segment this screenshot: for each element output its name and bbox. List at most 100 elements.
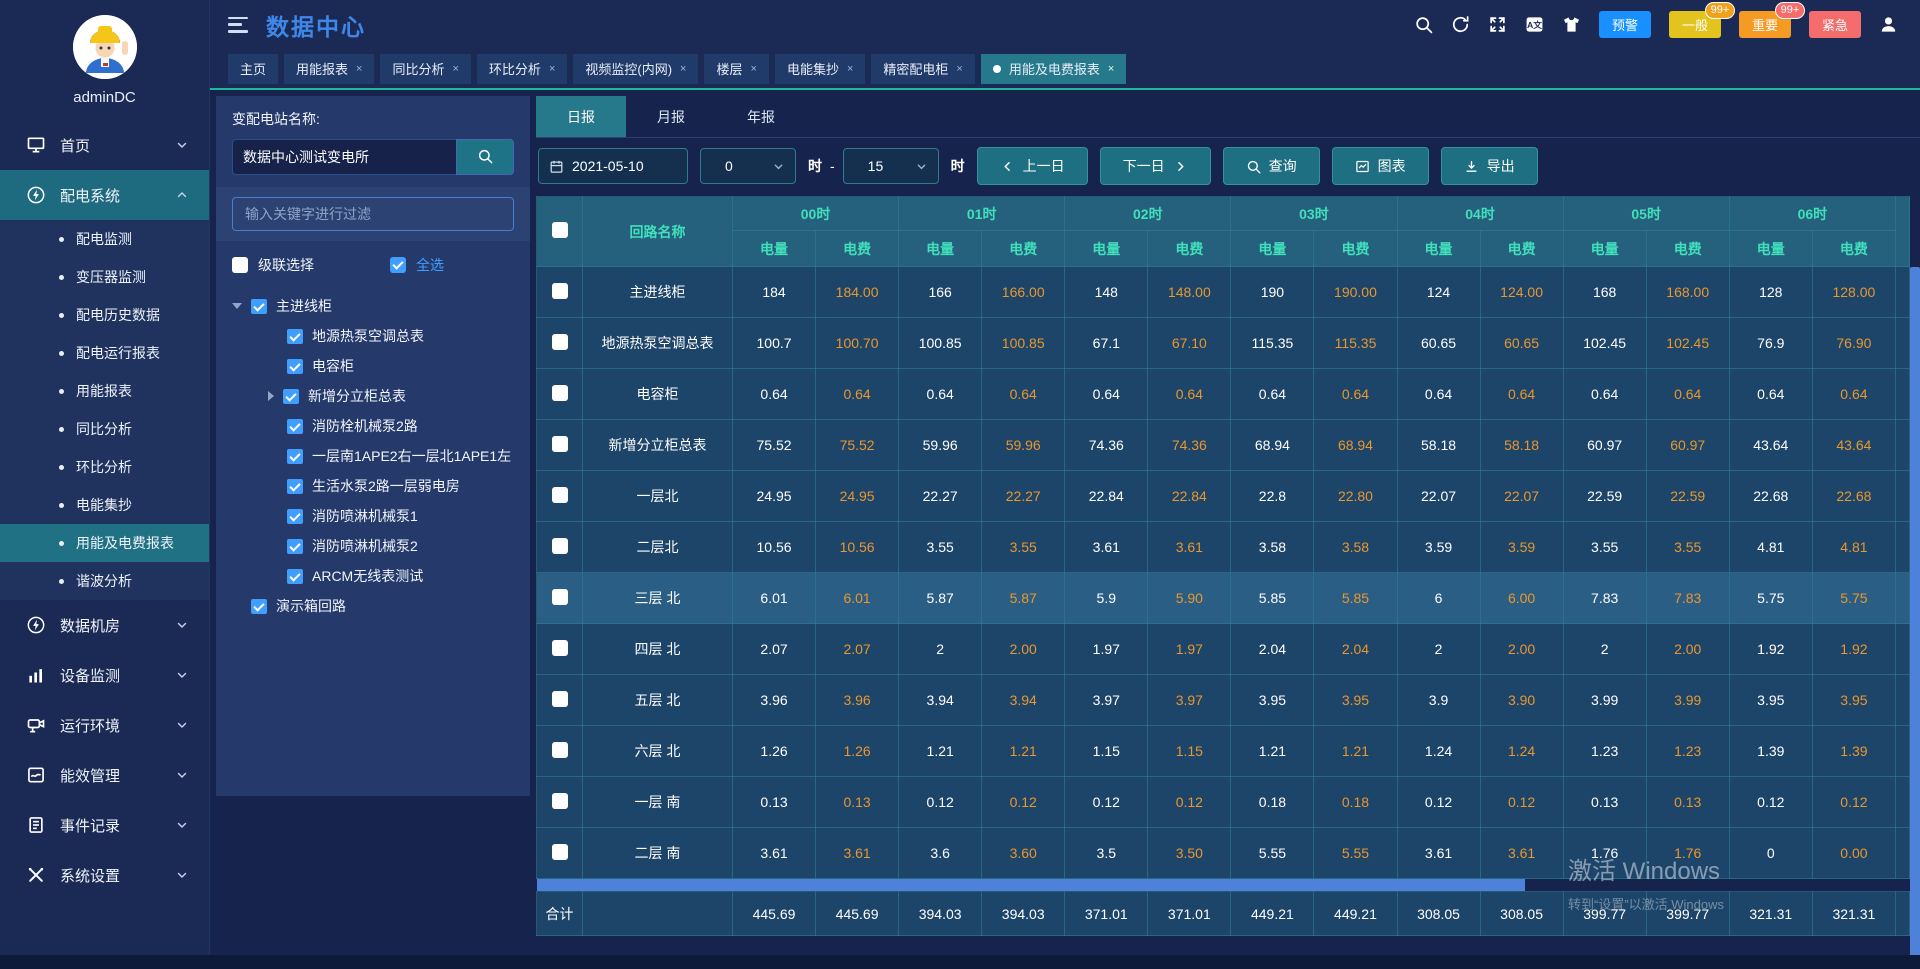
select-all-rows-checkbox[interactable] <box>552 222 568 238</box>
submenu-item-配电历史数据[interactable]: 配电历史数据 <box>0 296 209 334</box>
translate-icon[interactable]: A文 <box>1525 15 1544 34</box>
tree-node-checkbox[interactable] <box>287 329 303 344</box>
alarm-urgent-button[interactable]: 紧急 <box>1809 11 1861 38</box>
search-icon[interactable] <box>1414 15 1433 34</box>
row-checkbox[interactable] <box>552 487 568 503</box>
tab-close-icon[interactable]: × <box>680 63 686 75</box>
tree-node-checkbox[interactable] <box>287 509 303 524</box>
submenu-item-谐波分析[interactable]: 谐波分析 <box>0 562 209 600</box>
prev-day-button[interactable]: 上一日 <box>977 147 1088 185</box>
start-hour-select[interactable]: 0 <box>700 148 796 184</box>
station-name-input[interactable] <box>232 139 456 175</box>
menu-toggle-icon[interactable] <box>228 17 248 33</box>
export-button[interactable]: 导出 <box>1441 147 1538 185</box>
tab-close-icon[interactable]: × <box>847 63 853 75</box>
tree-node-checkbox[interactable] <box>251 299 267 314</box>
horizontal-scrollbar[interactable] <box>537 879 1910 892</box>
row-checkbox[interactable] <box>552 844 568 860</box>
tab-close-icon[interactable]: × <box>956 63 962 75</box>
tree-node-checkbox[interactable] <box>287 359 303 374</box>
tree-node-checkbox[interactable] <box>251 599 267 614</box>
report-tab-月报[interactable]: 月报 <box>626 96 716 137</box>
date-picker[interactable]: 2021-05-10 <box>538 148 688 184</box>
end-hour-select[interactable]: 15 <box>843 148 939 184</box>
row-checkbox[interactable] <box>552 640 568 656</box>
tree-node-checkbox[interactable] <box>287 479 303 494</box>
sidebar-item-system-settings[interactable]: 系统设置 <box>0 850 209 900</box>
tree-node[interactable]: 主进线柜 <box>216 291 530 321</box>
tree-node[interactable]: 演示箱回路 <box>216 591 530 621</box>
cascade-select-checkbox[interactable] <box>232 257 248 273</box>
report-tab-年报[interactable]: 年报 <box>716 96 806 137</box>
fullscreen-icon[interactable] <box>1488 15 1507 34</box>
nav-tab-精密配电柜[interactable]: 精密配电柜× <box>871 54 974 84</box>
row-checkbox[interactable] <box>552 385 568 401</box>
chart-button[interactable]: 图表 <box>1332 147 1429 185</box>
tree-node[interactable]: 消防喷淋机械泵1 <box>216 501 530 531</box>
nav-tab-电能集抄[interactable]: 电能集抄× <box>775 54 865 84</box>
submenu-item-环比分析[interactable]: 环比分析 <box>0 448 209 486</box>
alarm-forewarn-button[interactable]: 预警 <box>1599 11 1651 38</box>
tree-node-checkbox[interactable] <box>283 389 299 404</box>
tree-node-checkbox[interactable] <box>287 449 303 464</box>
submenu-item-电能集抄[interactable]: 电能集抄 <box>0 486 209 524</box>
row-checkbox[interactable] <box>552 436 568 452</box>
next-day-button[interactable]: 下一日 <box>1100 147 1211 185</box>
refresh-icon[interactable] <box>1451 15 1470 34</box>
sidebar-item-home[interactable]: 首页 <box>0 120 209 170</box>
horizontal-scrollbar-thumb[interactable] <box>537 879 1526 891</box>
nav-tab-视频监控(内网)[interactable]: 视频监控(内网)× <box>573 54 698 84</box>
theme-icon[interactable] <box>1562 15 1581 34</box>
row-checkbox[interactable] <box>552 793 568 809</box>
tree-node[interactable]: 生活水泵2路一层弱电房 <box>216 471 530 501</box>
tree-node[interactable]: 消防栓机械泵2路 <box>216 411 530 441</box>
vertical-scrollbar[interactable] <box>1910 267 1920 969</box>
tab-close-icon[interactable]: × <box>356 63 362 75</box>
nav-tab-同比分析[interactable]: 同比分析× <box>380 54 470 84</box>
nav-tab-用能报表[interactable]: 用能报表× <box>284 54 374 84</box>
sidebar-item-data-room[interactable]: 数据机房 <box>0 600 209 650</box>
sidebar-item-power-distribution[interactable]: 配电系统 <box>0 170 209 220</box>
tree-expand-icon[interactable] <box>268 391 274 401</box>
nav-tab-环比分析[interactable]: 环比分析× <box>477 54 567 84</box>
tree-node[interactable]: 新增分立柜总表 <box>216 381 530 411</box>
sidebar-item-energy-mgmt[interactable]: 能效管理 <box>0 750 209 800</box>
tree-node-checkbox[interactable] <box>287 569 303 584</box>
submenu-item-用能报表[interactable]: 用能报表 <box>0 372 209 410</box>
row-checkbox[interactable] <box>552 283 568 299</box>
tree-filter-input[interactable] <box>232 197 514 231</box>
row-checkbox[interactable] <box>552 742 568 758</box>
tree-node[interactable]: 电容柜 <box>216 351 530 381</box>
query-button[interactable]: 查询 <box>1223 147 1320 185</box>
nav-tab-用能及电费报表[interactable]: 用能及电费报表× <box>981 54 1126 84</box>
nav-tab-主页[interactable]: 主页 <box>228 54 278 84</box>
nav-tab-楼层[interactable]: 楼层× <box>704 54 768 84</box>
tab-close-icon[interactable]: × <box>452 63 458 75</box>
tree-node[interactable]: 一层南1APE2右一层北1APE1左 <box>216 441 530 471</box>
tree-node-checkbox[interactable] <box>287 539 303 554</box>
select-all-checkbox[interactable] <box>390 257 406 273</box>
tab-close-icon[interactable]: × <box>751 63 757 75</box>
tree-collapse-icon[interactable] <box>232 303 242 309</box>
tab-close-icon[interactable]: × <box>1108 63 1114 75</box>
row-checkbox[interactable] <box>552 589 568 605</box>
submenu-item-配电监测[interactable]: 配电监测 <box>0 220 209 258</box>
avatar[interactable] <box>73 15 137 79</box>
tree-node[interactable]: 消防喷淋机械泵2 <box>216 531 530 561</box>
row-checkbox[interactable] <box>552 334 568 350</box>
sidebar-item-event-log[interactable]: 事件记录 <box>0 800 209 850</box>
row-checkbox[interactable] <box>552 691 568 707</box>
tab-close-icon[interactable]: × <box>549 63 555 75</box>
submenu-item-同比分析[interactable]: 同比分析 <box>0 410 209 448</box>
tree-node[interactable]: 地源热泵空调总表 <box>216 321 530 351</box>
report-tab-日报[interactable]: 日报 <box>536 96 626 137</box>
submenu-item-变压器监测[interactable]: 变压器监测 <box>0 258 209 296</box>
tree-node-checkbox[interactable] <box>287 419 303 434</box>
row-checkbox[interactable] <box>552 538 568 554</box>
submenu-item-配电运行报表[interactable]: 配电运行报表 <box>0 334 209 372</box>
sidebar-item-device-monitor[interactable]: 设备监测 <box>0 650 209 700</box>
user-icon[interactable] <box>1879 15 1898 34</box>
submenu-item-用能及电费报表[interactable]: 用能及电费报表 <box>0 524 209 562</box>
tree-node[interactable]: ARCM无线表测试 <box>216 561 530 591</box>
sidebar-item-operating-env[interactable]: 运行环境 <box>0 700 209 750</box>
